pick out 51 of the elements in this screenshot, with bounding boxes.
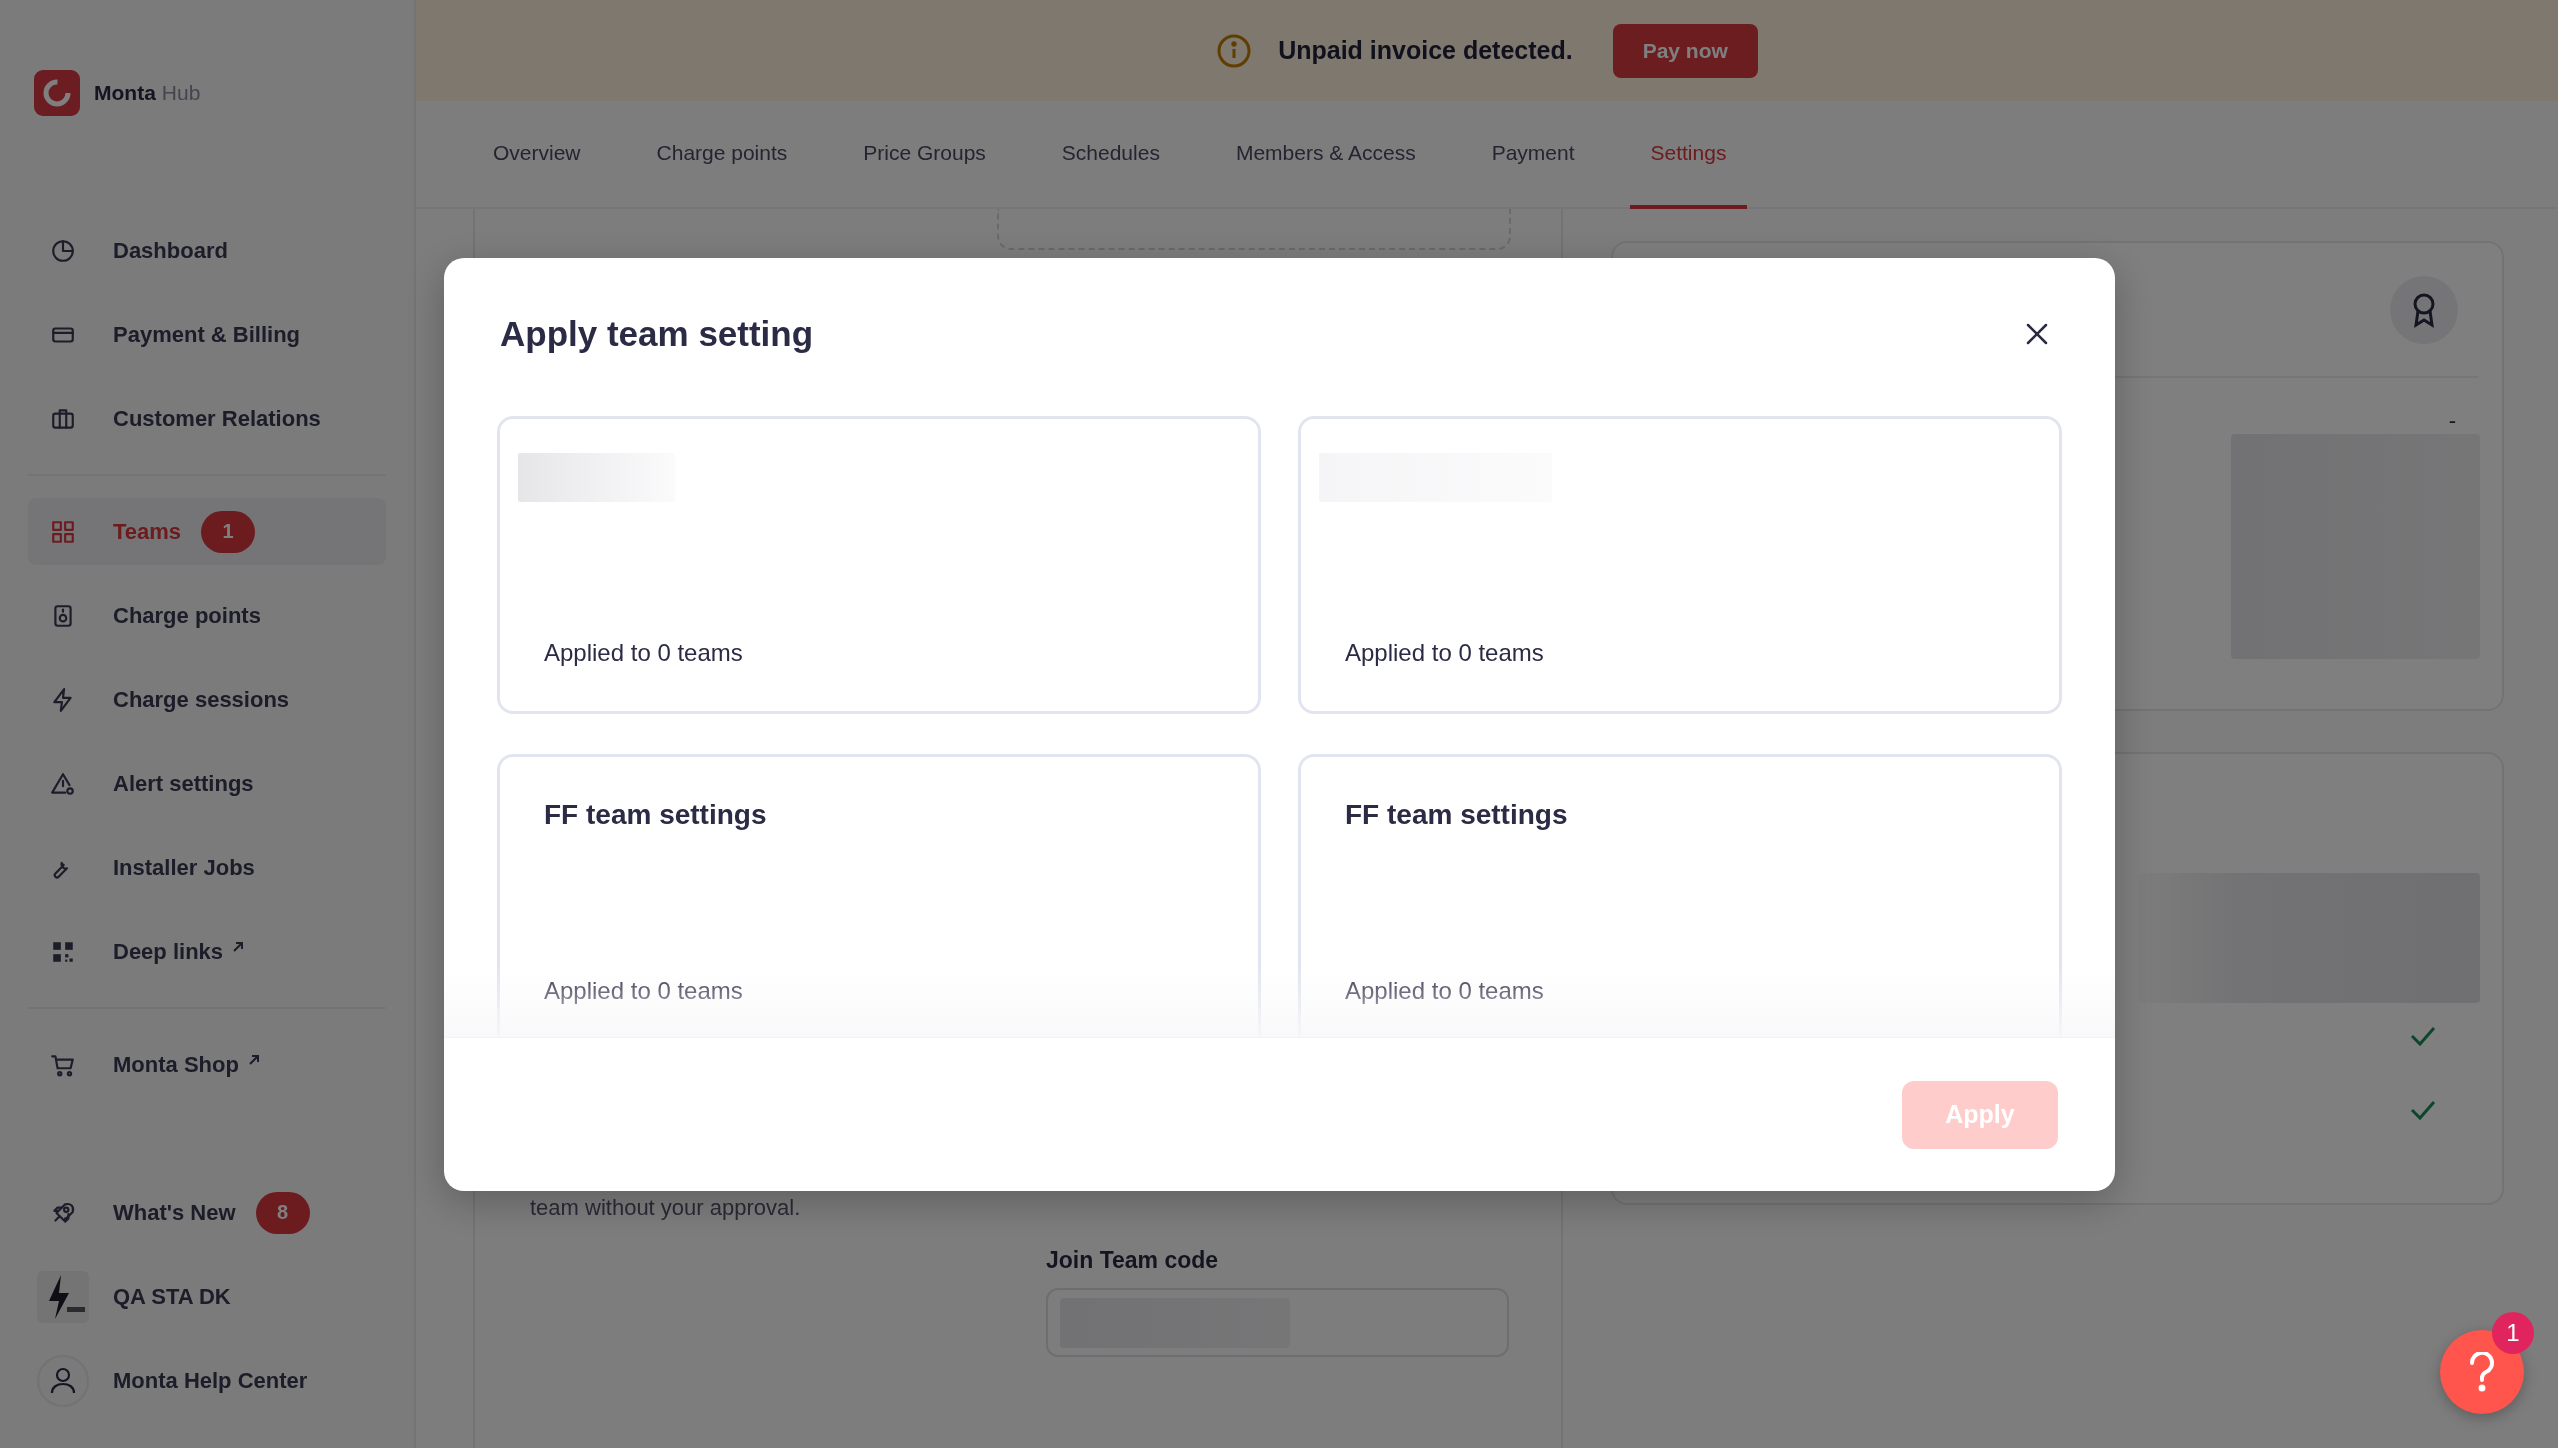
close-icon[interactable] xyxy=(2025,322,2049,346)
nav-item[interactable]: Monta Shop xyxy=(28,1031,386,1098)
nav-item[interactable]: Charge points xyxy=(28,582,386,649)
pie-chart-icon xyxy=(50,237,76,264)
card-footer-text: Applied to 0 teams xyxy=(1345,639,1545,667)
count-badge: 1 xyxy=(201,510,256,553)
card-title: FF team settings xyxy=(544,799,768,831)
check-icon xyxy=(2410,1025,2436,1047)
tab[interactable]: Settings xyxy=(1629,101,1748,209)
nav-item[interactable]: What's New 8 xyxy=(28,1179,386,1246)
count-badge: 8 xyxy=(255,1191,310,1234)
logo-icon[interactable] xyxy=(34,70,80,116)
notice-text: team without your approval. xyxy=(530,1195,802,1221)
card-title: FF team settings xyxy=(1345,799,1569,831)
brand-name: Monta xyxy=(94,81,156,105)
banner-message: Unpaid invoice detected. xyxy=(1278,36,1573,65)
check-icon xyxy=(2410,1099,2436,1121)
nav-item[interactable]: Teams 1 xyxy=(28,498,386,565)
info-icon xyxy=(1216,32,1253,69)
nav-item[interactable]: Alert settings xyxy=(28,750,386,817)
nav-item[interactable]: Payment & Billing xyxy=(28,301,386,368)
card-footer-text: Applied to 0 teams xyxy=(1345,977,1545,1005)
dialog-title: Apply team setting xyxy=(500,314,814,354)
tab[interactable]: Schedules xyxy=(1040,101,1181,209)
nav-item[interactable]: Dashboard xyxy=(28,217,386,284)
setting-card[interactable]: Applied to 0 teams xyxy=(497,416,1261,714)
setting-card[interactable]: FF team settings Applied to 0 teams xyxy=(1298,754,2062,1037)
lightning-avatar-icon xyxy=(37,1270,89,1323)
field-label: Join Team code xyxy=(1046,1247,1220,1274)
nav-item[interactable]: Customer Relations xyxy=(28,385,386,452)
card-footer-text: Applied to 0 teams xyxy=(544,977,744,1005)
card-footer-text: Applied to 0 teams xyxy=(544,639,744,667)
setting-card[interactable]: Applied to 0 teams xyxy=(1298,416,2062,714)
tab[interactable]: Overview xyxy=(472,101,602,209)
pay-now-button[interactable]: Pay now xyxy=(1612,23,1758,78)
value-text: - xyxy=(2448,408,2456,434)
tab[interactable]: Payment xyxy=(1470,101,1596,209)
tab[interactable]: Price Groups xyxy=(842,101,1007,209)
tab[interactable]: Charge points xyxy=(635,101,809,209)
grid-icon xyxy=(50,518,76,545)
nav-item[interactable]: QA STA DK xyxy=(28,1263,386,1330)
user-icon xyxy=(37,1354,89,1407)
nav-item[interactable]: Monta Help Center xyxy=(28,1347,386,1414)
nav-item[interactable]: Installer Jobs xyxy=(28,834,386,901)
help-icon xyxy=(2469,1352,2495,1392)
notification-badge: 1 xyxy=(2492,1312,2534,1354)
nav-item[interactable]: Deep links xyxy=(28,918,386,985)
tab[interactable]: Members & Access xyxy=(1214,101,1437,209)
nav-item[interactable]: Charge sessions xyxy=(28,666,386,733)
warning-icon xyxy=(50,770,76,797)
setting-card[interactable]: FF team settings Applied to 0 teams xyxy=(497,754,1261,1037)
